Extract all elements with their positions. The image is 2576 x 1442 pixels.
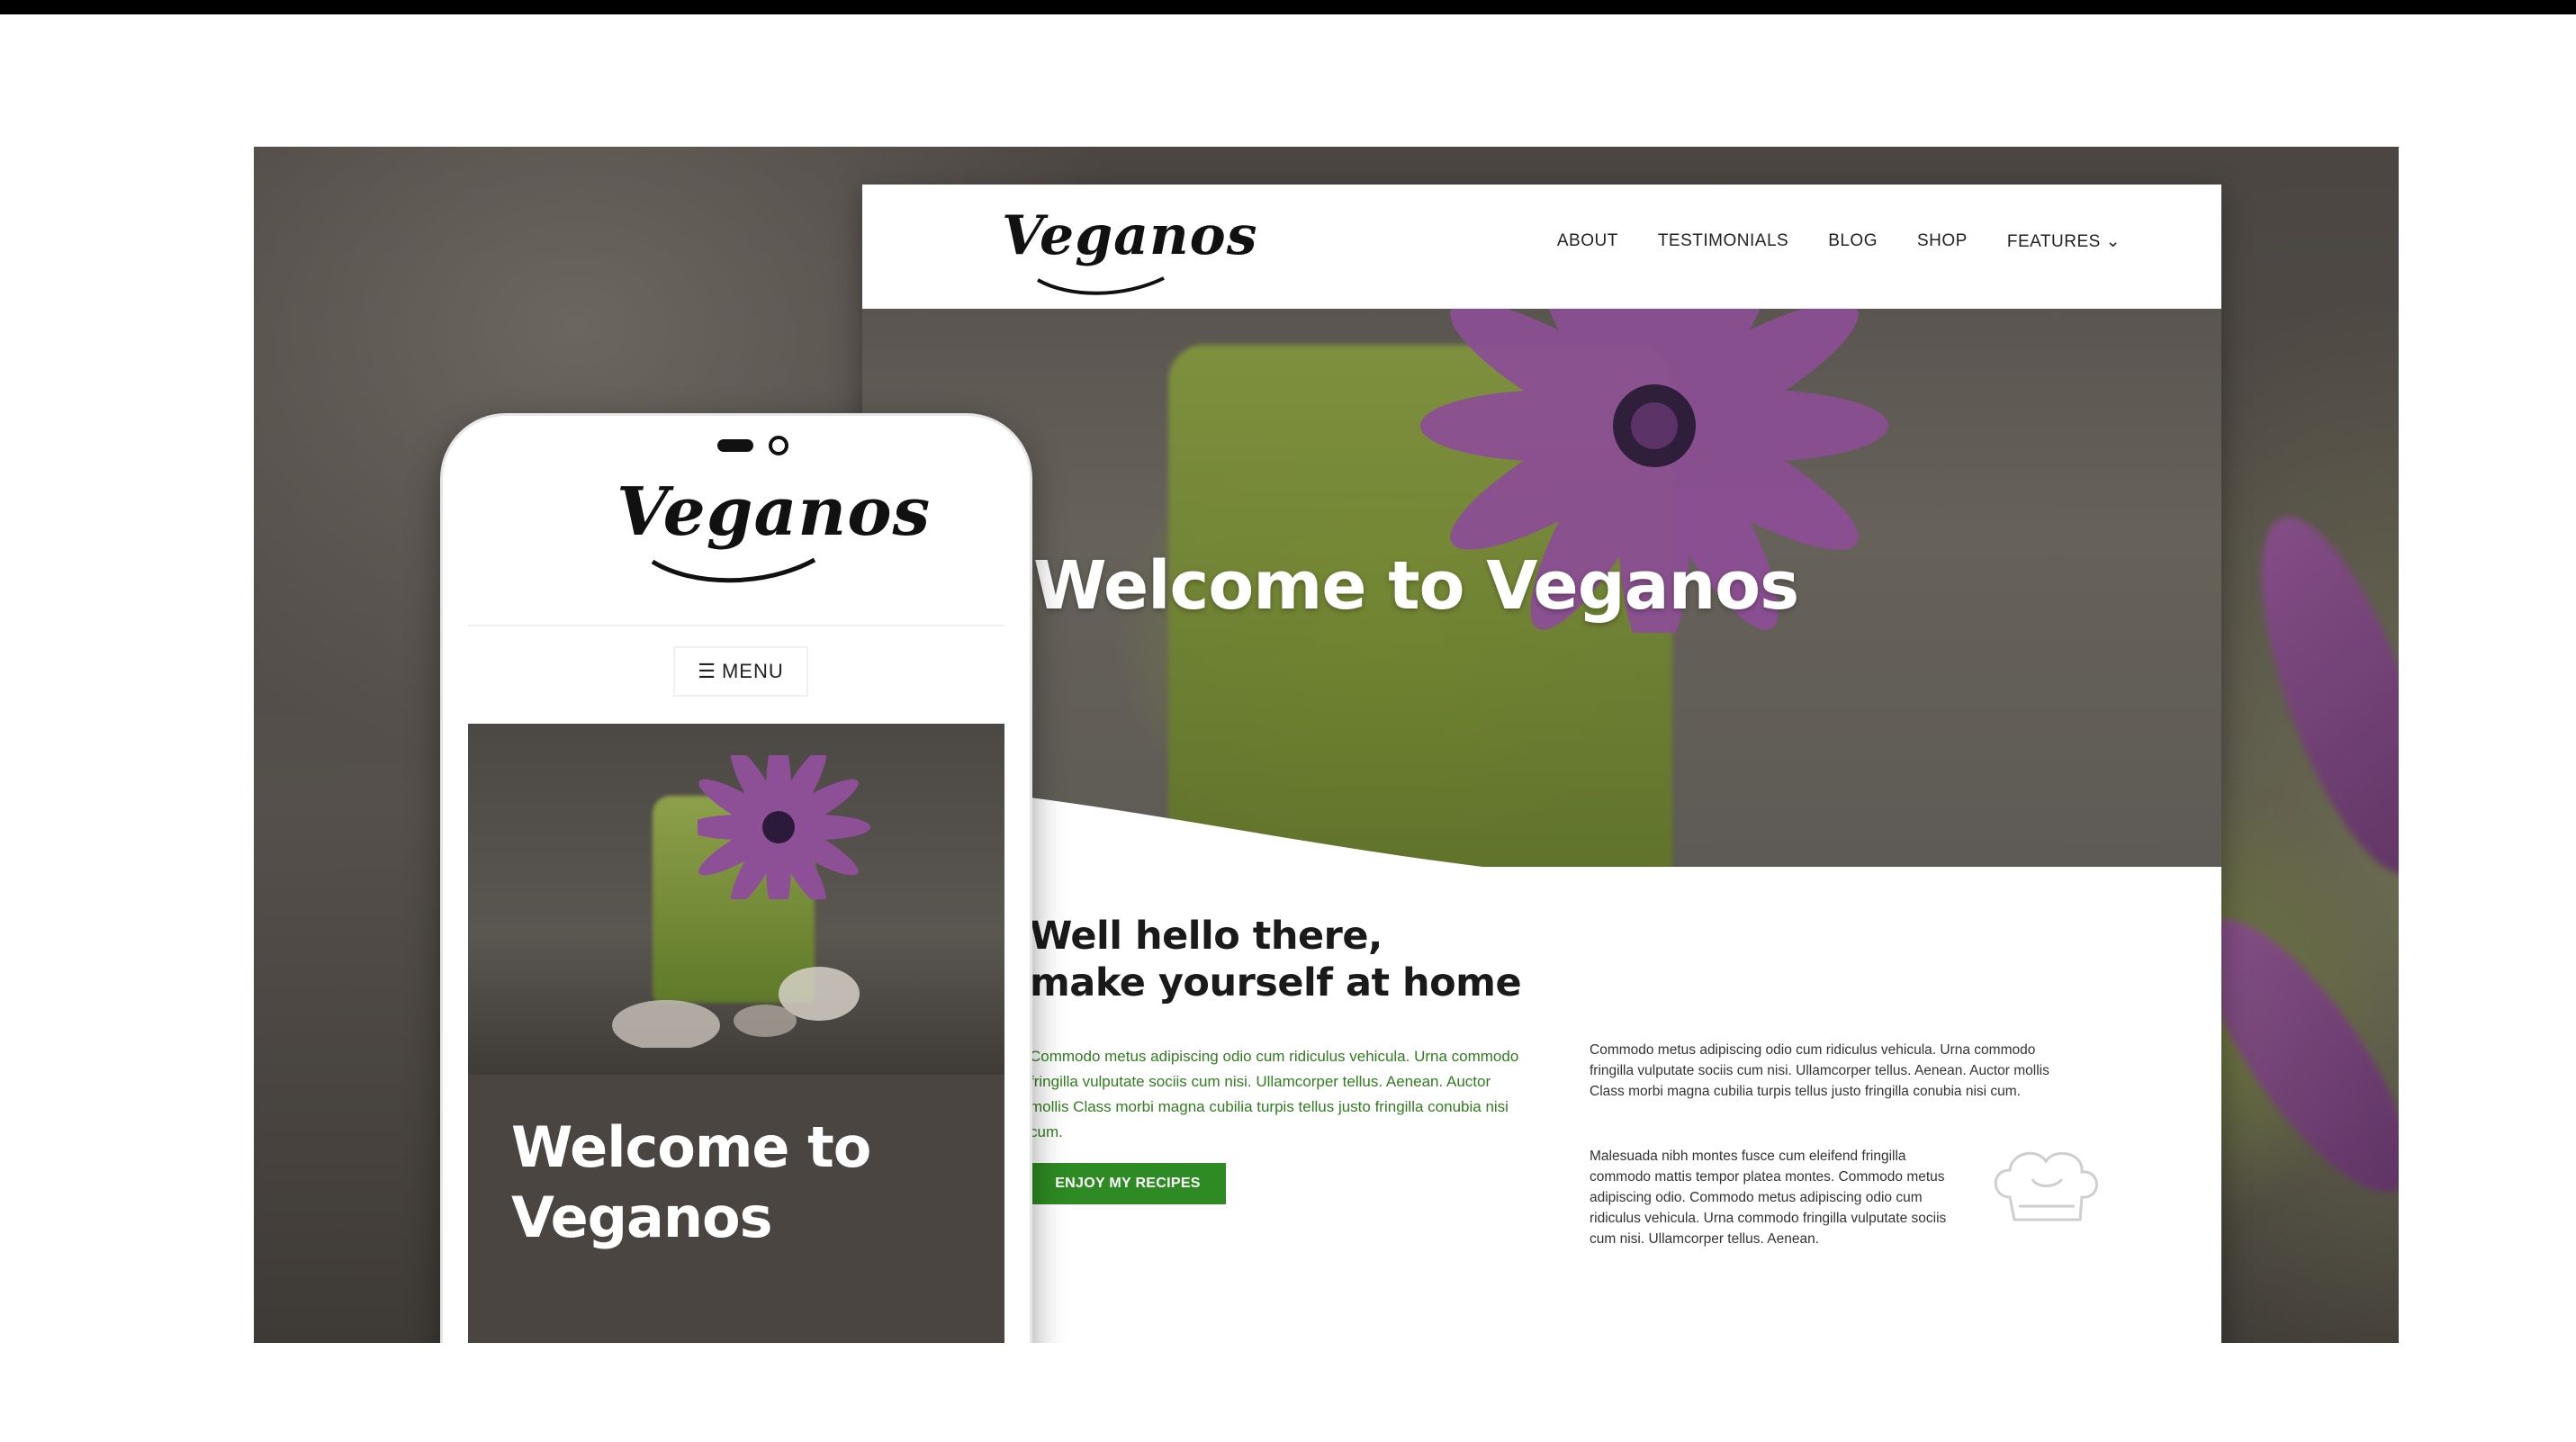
phone-speaker [717,439,753,452]
nav-item-shop[interactable]: SHOP [1917,231,1968,252]
desktop-mockup: Welcome to Veganos Veganos ABOUT TESTIMO… [862,185,2221,1343]
mobile-site-logo[interactable]: Veganos [617,473,931,551]
chef-hat-icon [1994,1151,2098,1221]
mobile-logo-swash [651,557,816,583]
intro-heading-line1: Well hello there, [1030,914,1383,959]
nav-item-features[interactable]: FEATURES ⌄ [2007,231,2121,252]
intro-paragraph-2: Malesuada nibh montes fusce cum eleifend… [1590,1149,1947,1247]
intro-heading-line2: make yourself at home [1030,960,1522,1005]
mobile-hero-image [468,724,1004,1075]
chevron-down-icon: ⌄ [2105,232,2121,251]
hamburger-icon: ☰ [698,660,716,682]
mobile-menu-label: MENU [721,660,784,682]
mobile-menu-button[interactable]: ☰ MENU [673,646,808,697]
nav-item-about[interactable]: ABOUT [1557,231,1618,252]
phone-screen: Veganos ☰ MENU Welcome to Veganos [468,437,1004,1406]
enjoy-recipes-button[interactable]: ENJOY MY RECIPES [1030,1163,1226,1204]
main-nav: ABOUT TESTIMONIALS BLOG SHOP FEATURES ⌄ [1557,231,2121,252]
phone-mockup: Veganos ☰ MENU Welcome to Veganos [443,416,1030,1406]
header-divider [468,625,1004,626]
nav-item-features-label: FEATURES [2006,232,2101,251]
mobile-hero-title-line1: Welcome to [511,1114,871,1180]
mobile-flower-image [698,755,870,899]
hero-title: Welcome to Veganos [1033,547,1799,625]
intro-paragraph-1: Commodo metus adipiscing odio cum ridicu… [1590,1042,2049,1099]
mobile-hero-title-line2: Veganos [511,1185,772,1250]
bottom-margin [0,1343,2576,1442]
logo-swash [1037,276,1165,295]
nav-item-blog[interactable]: BLOG [1828,231,1878,252]
site-logo[interactable]: Veganos [1002,204,1257,267]
desktop-header: Veganos ABOUT TESTIMONIALS BLOG SHOP FEA… [862,185,2221,309]
nav-item-testimonials[interactable]: TESTIMONIALS [1658,231,1788,252]
top-black-bar [0,0,2576,14]
intro-lead-text: Commodo metus adipiscing odio cum ridicu… [1030,1048,1519,1140]
stones-image [612,967,860,1048]
phone-camera [769,436,788,455]
hero-wave-divider [862,783,2221,909]
